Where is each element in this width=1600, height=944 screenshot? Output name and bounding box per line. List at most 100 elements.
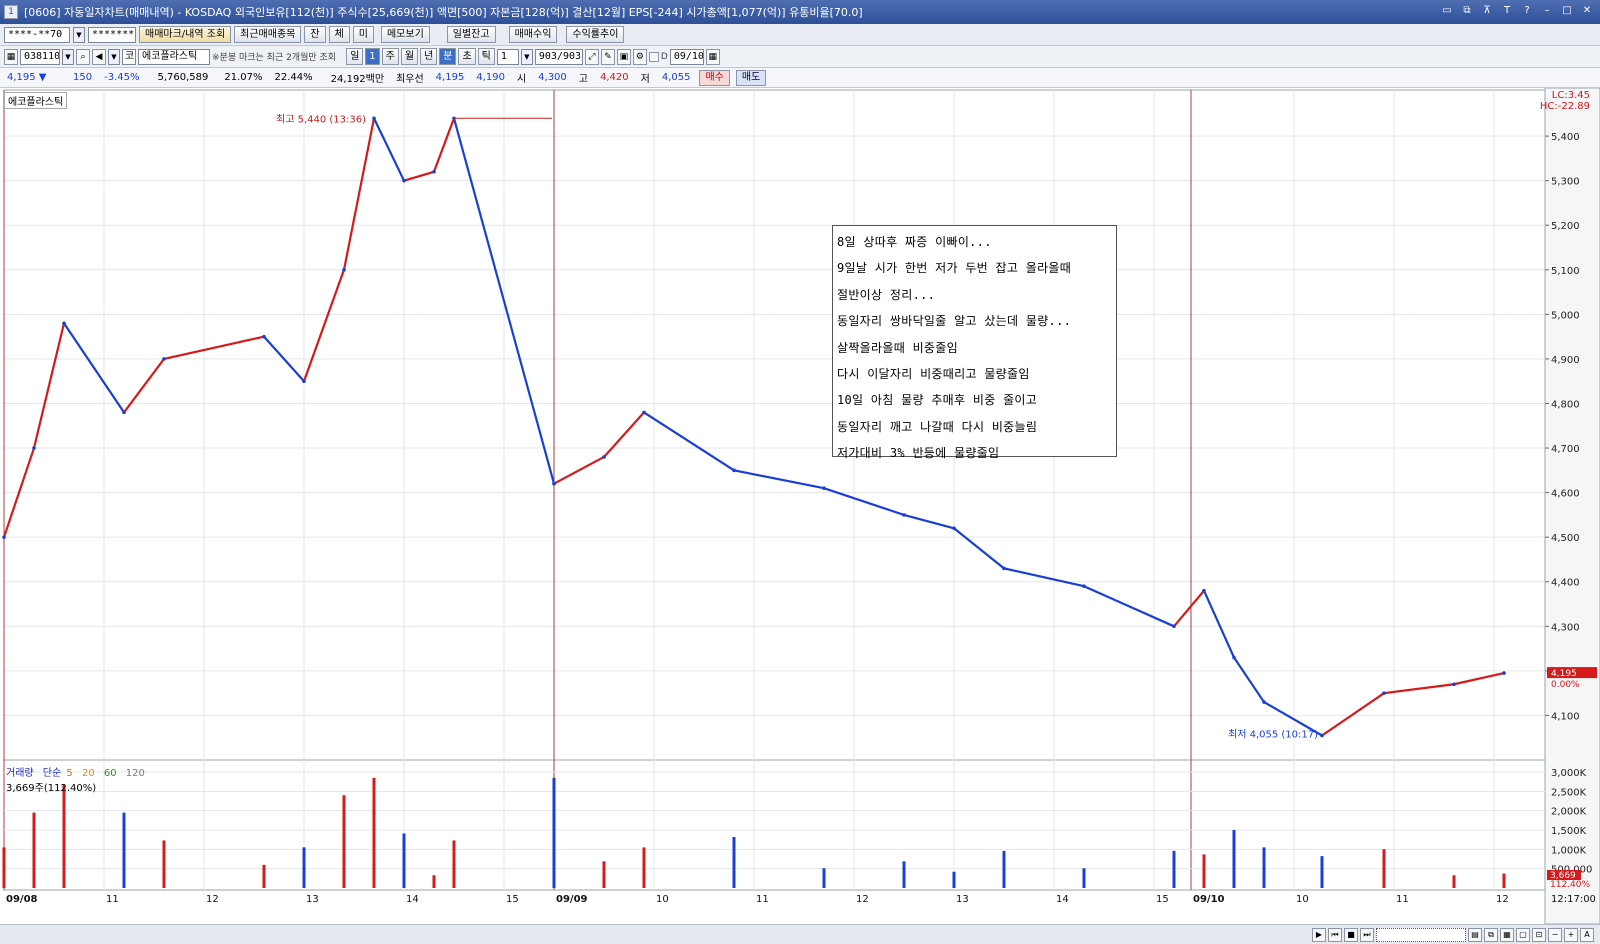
executed-button[interactable]: 체 [328, 26, 350, 43]
account-input[interactable]: ****-**70 [4, 26, 70, 43]
price-point [602, 455, 606, 459]
scroll-last-icon[interactable]: ⏭ [1360, 927, 1374, 942]
volume-tick-label: 3,000K [1551, 768, 1587, 779]
interval-dropdown-icon[interactable]: ▼ [520, 48, 533, 65]
memo-line: 9일날 시가 한번 저가 두번 잡고 올라올때 [837, 261, 1072, 276]
memo-box[interactable]: 8일 상따후 짜증 이빠이... 9일날 시가 한번 저가 두번 잡고 올라올때 절… [832, 225, 1117, 460]
price-point [1502, 671, 1506, 675]
prev-stock-icon[interactable]: ◀ [92, 48, 106, 65]
price-point [2, 535, 6, 539]
tile-icon[interactable]: ⧉ [1460, 4, 1474, 18]
volume-bar [1502, 873, 1506, 888]
text-size-icon[interactable]: A [1580, 927, 1594, 942]
search-icon[interactable]: ⌕ [76, 48, 90, 65]
draw-icon[interactable]: ✎ [600, 48, 615, 65]
price-panel [3, 89, 1546, 767]
best-quote-label: 최우선 [396, 74, 424, 85]
volume-bar [372, 777, 376, 888]
chart-scrollbar[interactable]: ▶ ⏮ ■ ⏭ ▤ ⧉ ▦ ▢ ⊡ − + A [0, 924, 1600, 944]
high-annotation: 최고 5,440 (13:36) [276, 113, 366, 125]
font-icon[interactable]: T [1500, 4, 1514, 18]
date-checkbox[interactable] [648, 51, 659, 62]
daily-balance-button[interactable]: 일별잔고 [446, 26, 496, 43]
code-dropdown-icon[interactable]: ▼ [62, 48, 74, 65]
high-label: 고 [578, 74, 588, 85]
stock-list-icon[interactable]: ▦ [4, 48, 18, 65]
period-day-button[interactable]: 일 [346, 48, 364, 65]
ma-60: 60 [103, 768, 117, 779]
history-dropdown-icon[interactable]: ▼ [108, 48, 120, 65]
count-field[interactable]: 903/903 [534, 48, 583, 65]
scroll-track[interactable] [1376, 927, 1466, 942]
price-point [1082, 584, 1086, 589]
zoom-in-icon[interactable]: + [1564, 927, 1578, 942]
period-tick-button[interactable]: 틱 [477, 48, 495, 65]
save-icon[interactable]: ▣ [616, 48, 631, 65]
maximize-icon[interactable]: □ [1560, 4, 1574, 18]
period-num-button[interactable]: 1 [365, 48, 380, 65]
chart-area[interactable]: 5,400 5,300 5,200 5,100 5,000 4,900 4,800 4,700… [0, 87, 1600, 925]
lock-icon[interactable]: ⊡ [1532, 927, 1546, 942]
zoom-out-icon[interactable]: − [1548, 927, 1562, 942]
stock-code-input[interactable]: 038110 [20, 48, 60, 65]
price-point [432, 169, 436, 174]
interval-select[interactable]: 1 [496, 48, 519, 65]
pin-icon[interactable]: ⊼ [1480, 4, 1494, 18]
trade-profit-button[interactable]: 매매수익 [508, 26, 558, 43]
memo-line: 살짝올라올때 비중줄임 [837, 340, 958, 355]
sell-button[interactable]: 매도 [735, 69, 767, 86]
volume-panel [3, 759, 1546, 891]
open-label: 시 [516, 74, 527, 85]
layout-icon[interactable]: ▤ [1468, 927, 1482, 942]
period-week-button[interactable]: 주 [381, 48, 399, 65]
buy-button[interactable]: 매수 [699, 69, 730, 86]
restore-icon[interactable]: ▭ [1440, 4, 1454, 18]
volume-legend: 거래량 단순 5 20 60 120 3,669주(112.40%) [6, 764, 151, 794]
calendar-icon[interactable]: ▦ [705, 48, 720, 65]
help-icon[interactable]: ? [1520, 4, 1534, 18]
period-second-button[interactable]: 초 [458, 48, 476, 65]
account-toolbar: ****-**70 ▼ ******** 매매마크/내역 조회 최근매매종목 잔… [0, 24, 1600, 46]
account-dropdown-icon[interactable]: ▼ [73, 26, 85, 43]
scroll-left-icon[interactable]: ▶ [1312, 927, 1326, 942]
period-year-button[interactable]: 년 [420, 48, 438, 65]
time-label: 14 [1056, 894, 1069, 905]
volume-now: 3,669주(112.40%) [6, 783, 97, 794]
recent-trades-button[interactable]: 최근매매종목 [234, 26, 302, 43]
volume-bar [1082, 868, 1086, 888]
frame-icon[interactable]: ▢ [1516, 927, 1530, 942]
profit-rate-button[interactable]: 수익률추이 [566, 26, 625, 43]
grid-icon[interactable]: ▦ [1500, 927, 1514, 942]
scroll-stop-icon[interactable]: ■ [1344, 927, 1358, 942]
zoom-icon[interactable]: ⤢ [584, 48, 599, 65]
best-bid: 4,190 [476, 72, 505, 83]
copy-icon[interactable]: ⧉ [1484, 927, 1498, 942]
time-label: 10 [656, 894, 669, 905]
period-month-button[interactable]: 월 [400, 48, 419, 65]
open-price: 4,300 [538, 72, 567, 83]
volume-bar [642, 847, 646, 888]
price-chart[interactable]: 5,400 5,300 5,200 5,100 5,000 4,900 4,800 4,700… [0, 87, 1600, 925]
minimize-icon[interactable]: – [1540, 4, 1554, 18]
price-point [642, 410, 646, 415]
close-icon[interactable]: ✕ [1580, 4, 1594, 18]
marks-query-button[interactable]: 매매마크/내역 조회 [139, 26, 232, 43]
password-input[interactable]: ******** [88, 26, 136, 43]
memo-view-button[interactable]: 메모보기 [380, 26, 430, 43]
volume-bar [1262, 847, 1266, 888]
time-label: 11 [1396, 894, 1409, 905]
price-point [342, 267, 346, 272]
period-minute-button[interactable]: 분 [439, 48, 457, 65]
scroll-first-icon[interactable]: ⏮ [1328, 927, 1342, 942]
settings-icon[interactable]: ⚙ [632, 48, 647, 65]
unexecuted-button[interactable]: 미 [352, 26, 374, 43]
balance-button[interactable]: 잔 [304, 26, 326, 43]
price-tick-label: 4,600 [1551, 489, 1580, 500]
date-input[interactable]: 09/10 [669, 48, 704, 65]
price-tick-label: 4,300 [1551, 622, 1580, 633]
price-point [122, 410, 126, 415]
volume-bar [262, 864, 266, 888]
hc-value: HC:-22.89 [1539, 101, 1590, 112]
time-label: 15 [506, 894, 519, 905]
time-label: 12 [206, 894, 219, 905]
